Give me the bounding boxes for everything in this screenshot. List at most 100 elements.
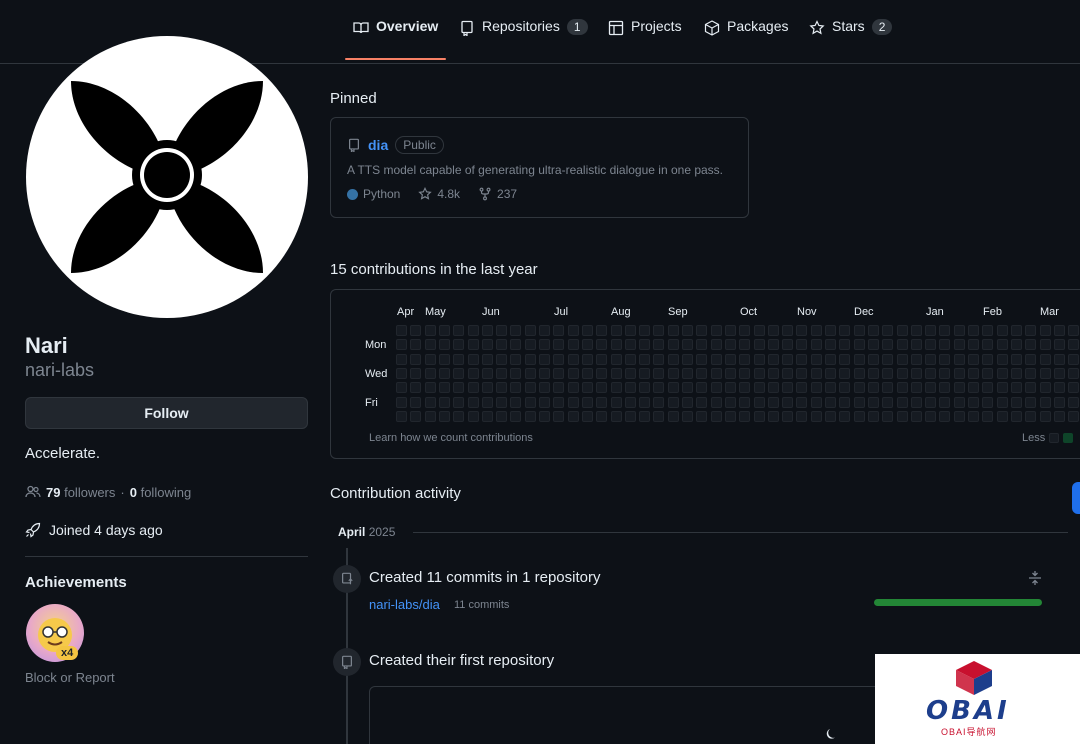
contribution-day-cell[interactable] xyxy=(953,339,965,351)
contribution-day-cell[interactable] xyxy=(1039,410,1051,422)
repo-stars[interactable]: 4.8k xyxy=(418,187,460,201)
contribution-day-cell[interactable] xyxy=(982,353,994,365)
contribution-day-cell[interactable] xyxy=(581,367,593,379)
contribution-day-cell[interactable] xyxy=(653,339,665,351)
contribution-day-cell[interactable] xyxy=(1068,353,1080,365)
contribution-day-cell[interactable] xyxy=(596,410,608,422)
contribution-day-cell[interactable] xyxy=(996,410,1008,422)
contribution-day-cell[interactable] xyxy=(1039,382,1051,394)
contribution-day-cell[interactable] xyxy=(767,410,779,422)
contribution-day-cell[interactable] xyxy=(639,325,651,336)
contribution-day-cell[interactable] xyxy=(581,325,593,336)
contribution-day-cell[interactable] xyxy=(424,396,436,408)
contribution-day-cell[interactable] xyxy=(1039,367,1051,379)
contribution-day-cell[interactable] xyxy=(953,353,965,365)
learn-contributions-link[interactable]: Learn how we count contributions xyxy=(369,432,533,444)
contribution-day-cell[interactable] xyxy=(810,353,822,365)
tab-stars[interactable]: Stars 2 xyxy=(809,18,893,62)
contribution-day-cell[interactable] xyxy=(996,367,1008,379)
contribution-day-cell[interactable] xyxy=(968,410,979,422)
contribution-day-cell[interactable] xyxy=(539,325,550,336)
contribution-day-cell[interactable] xyxy=(481,367,493,379)
contribution-day-cell[interactable] xyxy=(896,382,908,394)
contribution-day-cell[interactable] xyxy=(710,410,722,422)
following-link[interactable]: 0 following xyxy=(130,485,191,500)
contribution-day-cell[interactable] xyxy=(567,367,579,379)
contribution-day-cell[interactable] xyxy=(724,339,736,351)
contribution-day-cell[interactable] xyxy=(410,325,422,336)
contribution-day-cell[interactable] xyxy=(539,382,550,394)
contribution-day-cell[interactable] xyxy=(896,396,908,408)
contribution-day-cell[interactable] xyxy=(453,353,465,365)
contribution-day-cell[interactable] xyxy=(767,396,779,408)
contribution-day-cell[interactable] xyxy=(624,382,636,394)
contribution-day-cell[interactable] xyxy=(882,367,894,379)
contribution-day-cell[interactable] xyxy=(424,367,436,379)
contribution-day-cell[interactable] xyxy=(839,410,851,422)
contribution-day-cell[interactable] xyxy=(667,339,679,351)
contribution-day-cell[interactable] xyxy=(438,325,450,336)
contribution-day-cell[interactable] xyxy=(939,410,951,422)
contribution-day-cell[interactable] xyxy=(968,353,979,365)
contribution-day-cell[interactable] xyxy=(739,353,751,365)
contribution-day-cell[interactable] xyxy=(524,367,536,379)
contribution-day-cell[interactable] xyxy=(782,325,794,336)
contribution-day-cell[interactable] xyxy=(939,367,951,379)
commits-summary[interactable]: Created 11 commits in 1 repository xyxy=(369,569,600,586)
contribution-day-cell[interactable] xyxy=(925,382,937,394)
contribution-day-cell[interactable] xyxy=(1010,339,1022,351)
contribution-day-cell[interactable] xyxy=(496,410,508,422)
contribution-day-cell[interactable] xyxy=(796,396,808,408)
contribution-day-cell[interactable] xyxy=(682,353,693,365)
first-repo-card[interactable] xyxy=(369,686,889,744)
contribution-day-cell[interactable] xyxy=(667,353,679,365)
contribution-day-cell[interactable] xyxy=(853,325,865,336)
contribution-day-cell[interactable] xyxy=(453,382,465,394)
tab-overview[interactable]: Overview xyxy=(344,18,447,62)
contribution-day-cell[interactable] xyxy=(710,353,722,365)
contribution-day-cell[interactable] xyxy=(1025,367,1037,379)
contribution-day-cell[interactable] xyxy=(481,410,493,422)
contribution-day-cell[interactable] xyxy=(839,325,851,336)
contribution-day-cell[interactable] xyxy=(839,382,851,394)
contribution-day-cell[interactable] xyxy=(596,353,608,365)
contribution-day-cell[interactable] xyxy=(710,396,722,408)
contribution-day-cell[interactable] xyxy=(539,339,550,351)
contribution-day-cell[interactable] xyxy=(596,339,608,351)
contribution-day-cell[interactable] xyxy=(510,382,522,394)
contribution-day-cell[interactable] xyxy=(853,396,865,408)
contribution-day-cell[interactable] xyxy=(710,367,722,379)
contribution-day-cell[interactable] xyxy=(524,353,536,365)
tab-packages[interactable]: Packages xyxy=(704,18,788,62)
contribution-day-cell[interactable] xyxy=(453,339,465,351)
contribution-day-cell[interactable] xyxy=(710,325,722,336)
contribution-day-cell[interactable] xyxy=(825,367,836,379)
contribution-day-cell[interactable] xyxy=(410,382,422,394)
contribution-day-cell[interactable] xyxy=(667,382,679,394)
contribution-day-cell[interactable] xyxy=(553,382,565,394)
contribution-day-cell[interactable] xyxy=(810,382,822,394)
contribution-day-cell[interactable] xyxy=(667,410,679,422)
contribution-day-cell[interactable] xyxy=(867,339,879,351)
contribution-day-cell[interactable] xyxy=(953,382,965,394)
contribution-day-cell[interactable] xyxy=(496,325,508,336)
contribution-day-cell[interactable] xyxy=(953,396,965,408)
contribution-day-cell[interactable] xyxy=(910,410,922,422)
contribution-day-cell[interactable] xyxy=(639,353,651,365)
followers-link[interactable]: 79 followers xyxy=(46,485,115,500)
contribution-day-cell[interactable] xyxy=(510,339,522,351)
contribution-day-cell[interactable] xyxy=(539,353,550,365)
contribution-day-cell[interactable] xyxy=(610,410,622,422)
contribution-day-cell[interactable] xyxy=(567,382,579,394)
contribution-day-cell[interactable] xyxy=(796,339,808,351)
contribution-day-cell[interactable] xyxy=(968,325,979,336)
contribution-day-cell[interactable] xyxy=(438,382,450,394)
contribution-day-cell[interactable] xyxy=(867,353,879,365)
contribution-day-cell[interactable] xyxy=(982,325,994,336)
contribution-day-cell[interactable] xyxy=(1025,353,1037,365)
contribution-day-cell[interactable] xyxy=(1068,367,1080,379)
contribution-day-cell[interactable] xyxy=(939,339,951,351)
contribution-day-cell[interactable] xyxy=(867,367,879,379)
contribution-day-cell[interactable] xyxy=(810,367,822,379)
follow-button[interactable]: Follow xyxy=(25,397,308,429)
